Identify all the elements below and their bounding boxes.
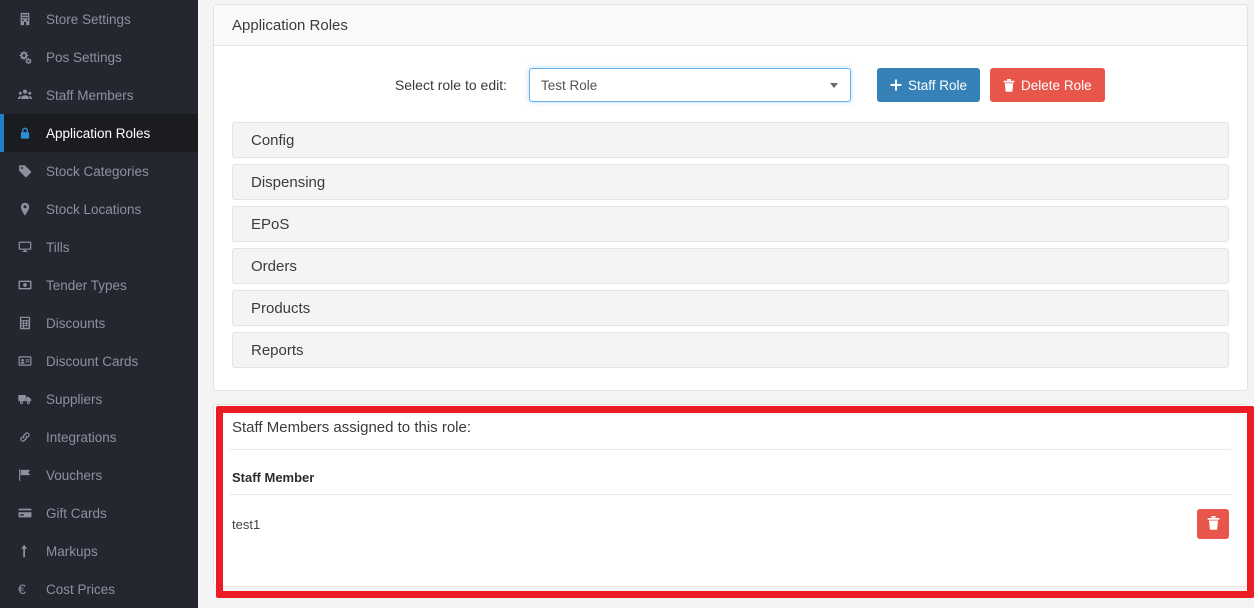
sidebar-item-vouchers[interactable]: Vouchers	[0, 456, 198, 494]
credit-card-icon	[18, 506, 40, 520]
accordion-section-reports[interactable]: Reports	[232, 332, 1229, 368]
map-marker-icon	[18, 202, 40, 216]
desktop-icon	[18, 240, 40, 254]
select-role-label: Select role to edit:	[394, 77, 507, 93]
main-content: Application Roles Select role to edit: T…	[198, 0, 1254, 608]
sidebar-item-label: Integrations	[46, 429, 117, 445]
sidebar-item-discount-cards[interactable]: Discount Cards	[0, 342, 198, 380]
sidebar-item-pos-settings[interactable]: Pos Settings	[0, 38, 198, 76]
gears-icon	[18, 50, 40, 64]
sidebar-item-label: Application Roles	[46, 125, 151, 141]
arrow-up-icon	[18, 544, 40, 558]
sidebar-item-label: Tender Types	[46, 277, 127, 293]
sidebar-item-stock-categories[interactable]: Stock Categories	[0, 152, 198, 190]
trash-icon	[1207, 515, 1220, 533]
delete-role-button[interactable]: Delete Role	[990, 68, 1105, 102]
sidebar-item-markups[interactable]: Markups	[0, 532, 198, 570]
sidebar-item-cost-prices[interactable]: € Cost Prices	[0, 570, 198, 608]
staff-member-name: test1	[232, 516, 261, 532]
accordion-section-dispensing[interactable]: Dispensing	[232, 164, 1229, 200]
building-icon	[18, 12, 40, 26]
role-select-value: Test Role	[541, 77, 598, 93]
sidebar-item-store-settings[interactable]: Store Settings	[0, 0, 198, 38]
sidebar-item-label: Stock Categories	[46, 163, 149, 179]
sidebar-item-label: Stock Locations	[46, 201, 142, 217]
sidebar-navigation: Store Settings Pos Settings Staff Members A…	[0, 0, 198, 608]
sidebar-item-discounts[interactable]: Discounts	[0, 304, 198, 342]
sidebar-item-label: Discounts	[46, 315, 106, 331]
remove-staff-member-button[interactable]	[1197, 509, 1229, 539]
sidebar-item-staff-members[interactable]: Staff Members	[0, 76, 198, 114]
sidebar-item-suppliers[interactable]: Suppliers	[0, 380, 198, 418]
accordion-section-label: Config	[251, 131, 295, 149]
accordion-section-label: Products	[251, 299, 311, 317]
sidebar-item-label: Store Settings	[46, 11, 131, 27]
accordion-section-label: EPoS	[251, 215, 290, 233]
staff-panel-title: Staff Members assigned to this role:	[230, 405, 1231, 450]
chain-link-icon	[18, 430, 40, 444]
truck-icon	[18, 392, 40, 406]
staff-members-table: Staff Member test1	[230, 450, 1231, 553]
money-icon	[18, 278, 40, 292]
page-title: Application Roles	[214, 5, 1247, 46]
accordion-section-label: Dispensing	[251, 173, 326, 191]
euro-icon: €	[18, 581, 26, 597]
sidebar-item-label: Markups	[46, 543, 98, 559]
permissions-accordion: Config Dispensing EPoS Orders Products Report…	[232, 122, 1229, 390]
column-header-staff-member: Staff Member	[230, 450, 937, 495]
add-staff-role-label: Staff Role	[908, 77, 968, 93]
application-window: Store Settings Pos Settings Staff Members A…	[0, 0, 1254, 608]
sidebar-item-label: Tills	[46, 239, 70, 255]
tag-icon	[18, 164, 40, 178]
lock-icon	[18, 126, 40, 140]
sidebar-item-label: Staff Members	[46, 87, 134, 103]
column-header-actions	[936, 450, 1231, 495]
sidebar-item-label: Pos Settings	[46, 49, 122, 65]
sidebar-item-gift-cards[interactable]: Gift Cards	[0, 494, 198, 532]
sidebar-item-tills[interactable]: Tills	[0, 228, 198, 266]
accordion-section-label: Orders	[251, 257, 297, 275]
application-roles-panel: Application Roles Select role to edit: T…	[213, 4, 1248, 391]
sidebar-item-label: Cost Prices	[46, 581, 116, 597]
plus-icon	[890, 79, 902, 91]
flag-icon	[18, 468, 40, 482]
calculator-icon	[18, 316, 40, 330]
users-icon	[18, 88, 40, 102]
staff-members-panel: Staff Members assigned to this role: Sta…	[213, 404, 1248, 587]
chevron-down-icon	[830, 83, 838, 88]
sidebar-item-label: Gift Cards	[46, 505, 107, 521]
sidebar-item-label: Suppliers	[46, 391, 103, 407]
accordion-section-epos[interactable]: EPoS	[232, 206, 1229, 242]
role-select-dropdown[interactable]: Test Role	[529, 68, 851, 102]
accordion-section-products[interactable]: Products	[232, 290, 1229, 326]
table-header-row: Staff Member	[230, 450, 1231, 495]
accordion-section-config[interactable]: Config	[232, 122, 1229, 158]
delete-role-label: Delete Role	[1021, 77, 1092, 93]
sidebar-item-tender-types[interactable]: Tender Types	[0, 266, 198, 304]
sidebar-item-integrations[interactable]: Integrations	[0, 418, 198, 456]
row-actions-cell	[936, 495, 1231, 554]
sidebar-item-application-roles[interactable]: Application Roles	[0, 114, 198, 152]
id-card-icon	[18, 354, 40, 368]
role-selector-row: Select role to edit: Test Role Staff Rol…	[232, 46, 1229, 122]
sidebar-item-label: Vouchers	[46, 467, 103, 483]
panel-body: Select role to edit: Test Role Staff Rol…	[214, 46, 1247, 390]
trash-icon	[1003, 78, 1015, 92]
add-staff-role-button[interactable]: Staff Role	[877, 68, 981, 102]
sidebar-item-label: Discount Cards	[46, 353, 139, 369]
accordion-section-orders[interactable]: Orders	[232, 248, 1229, 284]
sidebar-item-stock-locations[interactable]: Stock Locations	[0, 190, 198, 228]
table-row: test1	[230, 495, 1231, 554]
accordion-section-label: Reports	[251, 341, 304, 359]
staff-section-wrapper: Staff Members assigned to this role: Sta…	[213, 404, 1248, 608]
